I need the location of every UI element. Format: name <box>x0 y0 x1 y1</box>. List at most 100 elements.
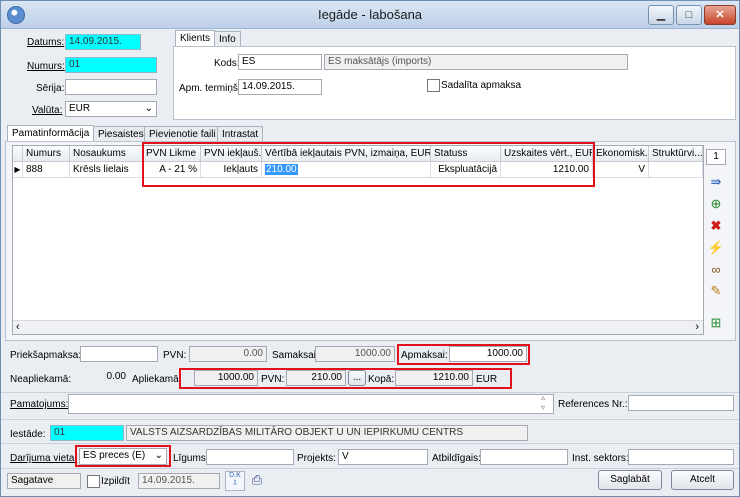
close-button[interactable]: ✕ <box>704 5 736 25</box>
row-count-field: 1 <box>706 149 726 165</box>
cell-statuss[interactable]: Ekspluatācijā <box>431 162 501 178</box>
scroll-right-icon[interactable]: › <box>695 321 699 333</box>
datums-label: Datums: <box>27 37 65 48</box>
term-label: Apm. termiņš: <box>179 83 241 94</box>
tab-intrastat[interactable]: Intrastat <box>217 126 264 142</box>
valuta-label: Valūta: <box>32 105 63 116</box>
iestade-code-field[interactable]: 01 <box>50 425 124 441</box>
delete-icon[interactable]: ✖ <box>707 217 725 235</box>
cell-vertiba[interactable]: 210.00 <box>262 162 431 178</box>
col-numurs[interactable]: Numurs <box>23 146 70 162</box>
title-bar[interactable]: Iegāde - labošana ▁ □ ✕ <box>1 1 739 29</box>
pvn1-field: 0.00 <box>189 346 267 362</box>
izpildit-label: Izpildīt <box>101 476 130 487</box>
col-vertiba[interactable]: Vērtībā iekļautais PVN, izmaiņa, EUR <box>262 146 431 162</box>
projekts-field[interactable]: V <box>338 449 428 465</box>
cell-uzskaites[interactable]: 1210.00 <box>501 162 593 178</box>
numurs-label: Numurs: <box>27 61 65 72</box>
kopa-label: Kopā: <box>368 374 395 385</box>
izpildit-checkbox[interactable] <box>87 475 100 488</box>
darijuma-label: Darījuma vieta: <box>10 453 78 464</box>
dk-label: D.K <box>229 472 241 479</box>
purchase-edit-window: Iegāde - labošana ▁ □ ✕ Datums: 14.09.20… <box>0 0 740 497</box>
arrow-down-icon: ⇩ <box>232 480 238 487</box>
references-label: References Nr.: <box>558 399 628 410</box>
horizontal-scrollbar[interactable]: ‹ › <box>13 320 703 334</box>
serija-field[interactable] <box>65 79 157 95</box>
minimize-button[interactable]: ▁ <box>648 5 674 25</box>
split-payment-checkbox[interactable] <box>427 79 440 92</box>
pamatojums-spinner-icon[interactable]: ▵ ▿ <box>541 393 545 413</box>
glasses-icon[interactable]: ∞ <box>707 261 725 279</box>
edit-icon[interactable]: ✎ <box>707 282 725 300</box>
references-field[interactable] <box>628 395 734 411</box>
pvn-details-button[interactable]: ... <box>348 370 366 386</box>
atbildigais-field[interactable] <box>480 449 568 465</box>
pamatojums-label: Pamatojums: <box>10 399 69 410</box>
scroll-left-icon[interactable]: ‹ <box>16 321 20 333</box>
numurs-field[interactable]: 01 <box>65 57 157 73</box>
cell-nosaukums[interactable]: Krēsls lielais <box>70 162 143 178</box>
apliekama-field: 1000.00 <box>194 370 258 386</box>
row-indicator-header <box>13 146 23 162</box>
samaksai-field: 1000.00 <box>315 346 395 362</box>
add-document-icon[interactable]: ⊞ <box>707 314 725 332</box>
cell-pvn-ieklausana[interactable]: Iekļauts <box>201 162 262 178</box>
valuta-select[interactable]: EUR ⌄ <box>65 101 157 117</box>
col-statuss[interactable]: Statuss <box>431 146 501 162</box>
term-field[interactable]: 14.09.2015. <box>238 79 322 95</box>
tab-piesaistes[interactable]: Piesaistes <box>93 126 149 142</box>
neapliekama-field: 0.00 <box>106 371 126 382</box>
items-grid[interactable]: Numurs Nosaukums PVN Likme PVN iekļauš..… <box>12 145 704 335</box>
pvn2-field: 210.00 <box>286 370 346 386</box>
valuta-value: EUR <box>69 103 91 114</box>
save-button[interactable]: Saglabāt <box>598 470 662 490</box>
cell-vertiba-value[interactable]: 210.00 <box>265 164 298 175</box>
pamatojums-field[interactable] <box>68 394 554 414</box>
col-nosaukums[interactable]: Nosaukums <box>70 146 143 162</box>
col-ekonomiska[interactable]: Ekonomisk... <box>593 146 649 162</box>
client-name-field: ES maksātājs (imports) <box>324 54 628 70</box>
inst-sektors-label: Inst. sektors: <box>572 453 629 464</box>
ligums-field[interactable] <box>206 449 294 465</box>
kods-label: Kods: <box>214 58 240 69</box>
divider <box>1 443 739 444</box>
dk-button[interactable]: D.K ⇩ <box>225 471 245 491</box>
darijuma-select[interactable]: ES preces (E) ⌄ <box>79 448 167 465</box>
cell-ekonomiska[interactable]: V <box>593 162 649 178</box>
tab-klients[interactable]: Klients <box>175 30 216 47</box>
add-copy-icon[interactable]: ⊕ <box>707 195 725 213</box>
atbildigais-label: Atbildīgais: <box>432 453 481 464</box>
prieksapmaksa-label: Priekšapmaksa: <box>10 350 82 361</box>
cell-numurs[interactable]: 888 <box>23 162 70 178</box>
kods-field[interactable]: ES <box>238 54 322 70</box>
izpildit-date-field: 14.09.2015. <box>138 473 220 489</box>
tab-pievienotie-faili[interactable]: Pievienotie faili <box>144 126 221 142</box>
inst-sektors-field[interactable] <box>628 449 734 465</box>
apmaksai-field[interactable]: 1000.00 <box>449 346 527 362</box>
insert-row-icon[interactable]: ⇛ <box>707 173 725 191</box>
pvn1-label: PVN: <box>163 350 187 361</box>
cancel-button[interactable]: Atcelt <box>671 470 734 490</box>
col-pvn-likme[interactable]: PVN Likme <box>143 146 201 162</box>
tab-pamatinformacija[interactable]: Pamatinformācija <box>7 125 95 142</box>
tab-info[interactable]: Info <box>214 31 241 47</box>
col-uzskaites[interactable]: Uzskaites vērt., EUR <box>501 146 593 162</box>
divider <box>1 392 739 393</box>
print-icon[interactable]: ⎙ <box>248 471 266 489</box>
cell-struktura[interactable] <box>649 162 703 178</box>
status-field: Sagatave <box>7 473 81 489</box>
row-pointer-icon: ▶ <box>13 162 23 178</box>
datums-field[interactable]: 14.09.2015. <box>65 34 141 50</box>
iestade-name-field: VALSTS AIZSARDZĪBAS MILITĀRO OBJEKT U UN… <box>126 425 528 441</box>
col-pvn-ieklausana[interactable]: PVN iekļauš... <box>201 146 262 162</box>
apmaksai-label: Apmaksai: <box>401 350 448 361</box>
col-struktura[interactable]: Struktūrvi... <box>649 146 703 162</box>
ligums-label: Līgums: <box>173 453 209 464</box>
projekts-label: Projekts: <box>297 453 336 464</box>
maximize-button[interactable]: □ <box>676 5 702 25</box>
pvn2-label: PVN: <box>261 374 285 385</box>
lightning-icon[interactable]: ⚡ <box>707 239 725 257</box>
cell-pvn-likme[interactable]: A - 21 % <box>143 162 201 178</box>
prieksapmaksa-field[interactable] <box>80 346 158 362</box>
